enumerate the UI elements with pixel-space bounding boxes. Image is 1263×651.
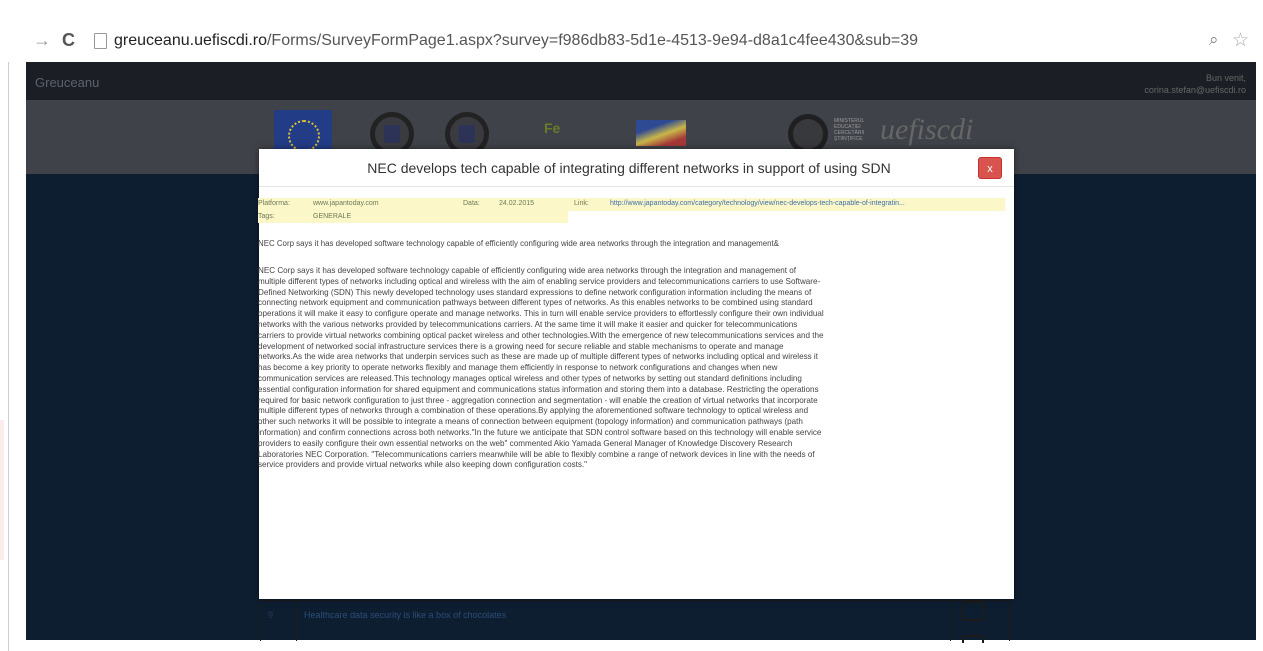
row-border [260,601,261,641]
modal-title: NEC develops tech capable of integrating… [367,160,891,176]
next-row-checkbox[interactable] [962,635,984,643]
body-line: essential configuration information for … [258,384,819,394]
table-row: 9 Healthcare data security is like a box… [260,600,1010,643]
body-line: Defined Networking (SDN) This newly deve… [258,287,812,297]
address-bar[interactable]: greuceanu.uefiscdi.ro/Forms/SurveyFormPa… [92,32,1252,54]
welcome-user: Bun venit, corina.stefan@uefiscdi.ro [1144,72,1246,96]
zoom-icon[interactable]: ⌕ [1209,30,1219,50]
row-checkbox[interactable] [962,601,984,621]
body-line: networks with the various networks provi… [258,319,798,329]
body-line: networks.As the wide area networks that … [258,352,818,362]
url-path: /Forms/SurveyFormPage1.aspx?survey=f986d… [266,32,919,49]
welcome-line: Bun venit, [1205,73,1246,83]
modal-header: NEC develops tech capable of integrating… [259,149,1014,187]
tags-label: Tags: [258,213,275,220]
row-number: 9 [268,610,274,620]
frame-border [8,62,9,651]
body-line: other such networks it will be possible … [258,417,803,427]
link-label: Link: [574,200,589,207]
site-brand[interactable]: Greuceanu [35,75,99,90]
body-line: service providers and provide virtual ne… [258,460,588,470]
forward-icon[interactable]: → [33,30,51,51]
body-line: information) and confirm connections acr… [258,427,822,437]
meta-row: Platforma: www.japantoday.com Data: 24.0… [258,198,1005,211]
site-topbar: Greuceanu Bun venit, corina.stefan@uefis… [26,62,1256,100]
screen: → C greuceanu.uefiscdi.ro/Forms/SurveyFo… [0,0,1263,651]
body-line: Laboratories NEC Corporation. "Telecommu… [258,449,815,459]
body-line: carriers to provide virtual networks com… [258,330,824,340]
date-value: 24.02.2015 [499,200,535,207]
platform-label: Platforma: [258,200,290,207]
body-line: communication services are released.This… [258,373,802,383]
tags-value: GENERALE [313,213,352,220]
waving-flag-logo [636,120,686,146]
row-border [296,601,297,641]
article-body: NEC Corp says it has developed software … [258,266,1010,471]
url-host: greuceanu.uefiscdi.ro [114,32,267,49]
row-border [950,601,951,641]
browser-toolbar: → C greuceanu.uefiscdi.ro/Forms/SurveyFo… [0,0,1263,62]
body-line: operations it will make it easy to confi… [258,309,824,319]
body-line: multiple different types of networks inc… [258,276,821,286]
body-line: has become a key priority to operate net… [258,363,778,373]
article-summary: NEC Corp says it has developed software … [258,239,779,248]
article-link[interactable]: http://www.japantoday.com/category/techn… [610,200,905,207]
body-line: providers to easily configure their own … [258,438,793,448]
body-line: development of networked social infrastr… [258,341,784,351]
row-border [1009,601,1010,641]
tags-row: Tags: GENERALE [258,211,568,223]
user-email[interactable]: corina.stefan@uefiscdi.ro [1144,84,1246,96]
body-line: multiple different types of networks thr… [258,406,809,416]
row-title-link[interactable]: Healthcare data security is like a box o… [304,610,506,620]
body-line: NEC Corp says it has developed software … [258,266,796,275]
education-ministry-seal-logo [788,114,828,154]
article-modal: NEC develops tech capable of integrating… [258,149,1014,599]
body-line: required for basic network configuration… [258,395,818,405]
date-label: Data: [463,200,480,207]
platform-value: www.japantoday.com [313,200,379,207]
close-button[interactable]: x [978,157,1002,179]
reload-icon[interactable]: C [62,30,75,51]
bookmark-star-icon[interactable]: ☆ [1232,29,1249,52]
page-edge-highlight [0,420,4,560]
body-line: connecting network equipment and communi… [258,298,813,308]
